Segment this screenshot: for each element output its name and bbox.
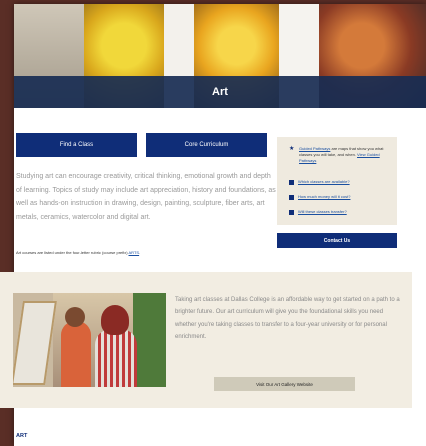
photo-person xyxy=(61,321,91,387)
core-curriculum-button[interactable]: Core Curriculum xyxy=(146,133,267,157)
star-icon: ★ xyxy=(289,146,295,152)
photo-person-head xyxy=(65,307,85,327)
pathways-text: Guided Pathways are maps that show you w… xyxy=(299,146,393,164)
sidebar-item-label[interactable]: Which classes are available? xyxy=(298,179,350,185)
money-icon xyxy=(289,195,294,200)
section-heading: ART xyxy=(16,433,28,439)
sidebar-item-classes[interactable]: Which classes are available? xyxy=(289,179,393,185)
beige-paragraph: Taking art classes at Dallas College is … xyxy=(175,297,400,341)
arts-rubric-link[interactable]: ARTS xyxy=(129,250,140,255)
bookmark-icon xyxy=(289,180,294,185)
guided-pathways-link[interactable]: Guided Pathways xyxy=(299,146,330,151)
intro-paragraph: Studying art can encourage creativity, c… xyxy=(16,173,276,221)
sidebar-pathways: ★ Guided Pathways are maps that show you… xyxy=(289,146,393,164)
sidebar-item-label[interactable]: How much money will it cost? xyxy=(298,194,350,200)
hero-title-bar: Art xyxy=(14,76,426,108)
sidebar-item-label[interactable]: Will these classes transfer? xyxy=(298,209,347,215)
transfer-icon xyxy=(289,210,294,215)
rubric-suffix: . xyxy=(139,250,141,255)
hero-banner: Art xyxy=(14,4,426,108)
art-gallery-button[interactable]: Visit Our Art Gallery Website xyxy=(214,377,355,391)
sidebar-item-transfer[interactable]: Will these classes transfer? xyxy=(289,209,393,215)
sidebar-item-cost[interactable]: How much money will it cost? xyxy=(289,194,393,200)
photo-easel xyxy=(13,301,57,385)
find-a-class-button[interactable]: Find a Class xyxy=(16,133,137,157)
photo-plant xyxy=(133,293,166,387)
rubric-note: Art courses are listed under the four-le… xyxy=(16,250,278,255)
sidebar-box: ★ Guided Pathways are maps that show you… xyxy=(277,137,397,225)
page-title: Art xyxy=(212,86,228,98)
art-class-photo xyxy=(13,293,166,387)
contact-us-button[interactable]: Contact Us xyxy=(277,233,397,248)
photo-person xyxy=(95,329,137,387)
photo-person-head xyxy=(101,305,129,335)
rubric-prefix: Art courses are listed under the four-le… xyxy=(16,250,129,255)
